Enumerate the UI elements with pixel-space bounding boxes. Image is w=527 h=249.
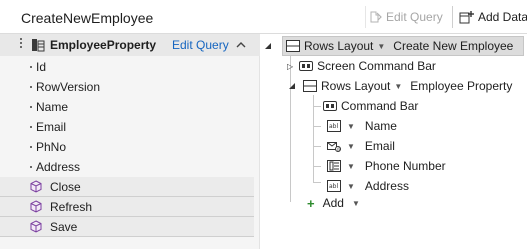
command-bar-label: Command Bar — [341, 99, 419, 113]
method-label: Refresh — [50, 200, 93, 214]
phone-icon — [327, 160, 341, 172]
root-node-name: Create New Employee — [393, 39, 514, 53]
textbox-icon: abl — [327, 180, 341, 192]
method-item-close[interactable]: Close — [0, 177, 254, 197]
bullet-icon — [30, 66, 32, 68]
method-cube-icon — [30, 180, 42, 193]
field-label: RowVersion — [36, 80, 101, 94]
edit-query-link[interactable]: Edit Query — [172, 38, 229, 52]
field-item[interactable]: RowVersion — [0, 77, 254, 97]
header-divider-2 — [452, 6, 453, 28]
edit-query-toolbar-button[interactable]: Edit Query — [369, 8, 443, 26]
method-cube-icon — [30, 220, 42, 233]
tree-item-label: Address — [364, 179, 409, 193]
bullet-icon — [30, 166, 32, 168]
drag-handle-icon[interactable] — [19, 38, 23, 52]
tree-item-name[interactable]: abl ▼ Name — [327, 116, 397, 136]
chevron-up-icon[interactable] — [234, 38, 248, 52]
root-rows-layout-node[interactable]: Rows Layout ▼ Create New Employee — [282, 36, 524, 56]
field-item[interactable]: Address — [0, 157, 254, 177]
chevron-down-icon[interactable]: ▼ — [352, 199, 360, 208]
svg-text:@: @ — [337, 147, 341, 152]
chevron-down-icon[interactable]: ▼ — [394, 82, 402, 91]
tree-guide-line — [313, 166, 321, 167]
method-item-refresh[interactable]: Refresh — [0, 197, 254, 217]
plus-icon: + — [307, 195, 315, 211]
bullet-icon — [30, 86, 32, 88]
field-label: Id — [36, 60, 47, 74]
field-item[interactable]: PhNo — [0, 137, 254, 157]
screen-header: CreateNewEmployee Edit Query Add Data — [0, 0, 527, 34]
chevron-down-icon[interactable]: ▼ — [377, 42, 385, 51]
svg-text:abl: abl — [329, 123, 338, 130]
command-bar-icon — [323, 101, 337, 111]
field-item[interactable]: Email — [0, 117, 254, 137]
bullet-icon — [30, 146, 32, 148]
screen-command-bar-node[interactable]: ▷ Screen Command Bar — [287, 56, 436, 76]
field-label: Email — [36, 120, 67, 134]
textbox-icon: abl — [327, 120, 341, 132]
chevron-down-icon[interactable]: ▼ — [347, 142, 355, 151]
tree-guide-line — [313, 126, 321, 127]
svg-text:abl: abl — [329, 183, 338, 190]
edit-query-icon — [370, 11, 382, 23]
inner-node-name: Employee Property — [410, 79, 513, 93]
tree-item-label: Name — [364, 119, 397, 133]
add-data-icon — [459, 11, 474, 24]
tree-item-label: Phone Number — [364, 159, 446, 173]
method-item-save[interactable]: Save — [0, 217, 254, 237]
bullet-icon — [30, 126, 32, 128]
collapse-toggle-icon[interactable] — [263, 41, 273, 51]
rows-layout-icon — [286, 40, 300, 52]
method-label: Save — [50, 220, 78, 234]
field-label: Name — [36, 100, 69, 114]
chevron-down-icon[interactable]: ▼ — [347, 122, 355, 131]
inner-rows-layout-node[interactable]: Rows Layout ▼ Employee Property — [289, 76, 512, 96]
screen-content-tree: Rows Layout ▼ Create New Employee ▷ Scre… — [261, 34, 527, 249]
tree-guide-line — [313, 146, 321, 147]
tree-item-phone-number[interactable]: ▼ Phone Number — [327, 156, 446, 176]
add-data-label: Add Data — [478, 10, 527, 24]
method-label: Close — [50, 180, 81, 194]
field-item[interactable]: Id — [0, 57, 254, 77]
tree-guide-line — [313, 95, 314, 183]
root-layout-label: Rows Layout — [304, 39, 374, 53]
tree-item-email[interactable]: @ ▼ Email — [327, 136, 395, 156]
screen-command-bar-label: Screen Command Bar — [317, 59, 436, 73]
entity-property-icon — [32, 39, 45, 52]
entity-header[interactable]: EmployeeProperty Edit Query — [0, 34, 260, 56]
header-divider — [365, 6, 366, 28]
method-cube-icon — [30, 200, 42, 213]
tree-guide-line — [313, 182, 321, 183]
email-icon: @ — [327, 142, 341, 152]
entity-name: EmployeeProperty — [50, 38, 157, 52]
command-bar-icon — [299, 61, 314, 71]
tree-item-label: Email — [364, 139, 395, 153]
inner-layout-label: Rows Layout — [321, 79, 391, 93]
field-label: PhNo — [36, 140, 67, 154]
command-bar-node[interactable]: Command Bar — [323, 96, 418, 116]
chevron-down-icon[interactable]: ▼ — [347, 182, 355, 191]
add-data-button[interactable]: Add Data — [459, 8, 527, 26]
bullet-icon — [30, 106, 32, 108]
field-item[interactable]: Name — [0, 97, 254, 117]
data-members-panel: EmployeeProperty Edit Query Id RowVersio… — [0, 34, 260, 249]
tree-guide-line — [313, 106, 321, 107]
expand-toggle-icon[interactable]: ▷ — [287, 62, 293, 71]
field-label: Address — [36, 160, 81, 174]
screen-title: CreateNewEmployee — [21, 10, 154, 26]
rows-layout-icon — [303, 80, 317, 92]
collapse-toggle-icon[interactable] — [287, 81, 297, 91]
chevron-down-icon[interactable]: ▼ — [347, 162, 355, 171]
add-item-button[interactable]: + Add ▼ — [307, 193, 368, 213]
add-label: Add — [322, 196, 344, 210]
edit-query-toolbar-label: Edit Query — [386, 10, 443, 24]
